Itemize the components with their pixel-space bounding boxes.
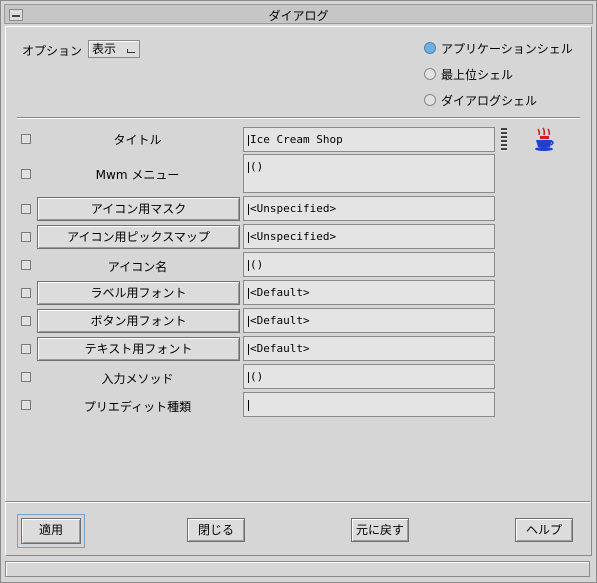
window-title: ダイアログ [268,9,329,23]
resize-grip-icon[interactable] [501,128,507,152]
field-icon-name-value: () [250,258,264,271]
button-font-button[interactable]: ボタン用フォント [37,309,240,333]
checkbox-mwm-menu[interactable] [21,169,31,179]
option-menu-value: 表示 [92,42,117,56]
field-button-font[interactable]: <Default> [243,308,495,333]
checkbox-input-method[interactable] [21,372,31,382]
checkbox-icon-mask[interactable] [21,204,31,214]
radio-application-shell-label: アプリケーションシェル [441,42,573,56]
radio-dialog-shell-label: ダイアログシェル [441,94,538,108]
field-label-font[interactable]: <Default> [243,280,495,305]
label-font-button[interactable]: ラベル用フォント [37,281,240,305]
icon-mask-button[interactable]: アイコン用マスク [37,197,240,221]
field-icon-pixmap[interactable]: <Unspecified> [243,224,495,249]
field-icon-mask[interactable]: <Unspecified> [243,196,495,221]
text-font-button[interactable]: テキスト用フォント [37,337,240,361]
radio-dialog-shell[interactable] [424,94,436,106]
radio-top-level-shell[interactable] [424,68,436,80]
field-icon-mask-value: <Unspecified> [250,202,337,215]
field-text-font[interactable]: <Default> [243,336,495,361]
field-mwm-menu[interactable]: () [243,154,495,193]
reset-button[interactable]: 元に戻す [351,518,409,542]
checkbox-icon-pixmap[interactable] [21,232,31,242]
label-mwm-menu: Mwm メニュー [95,168,180,182]
help-button[interactable]: ヘルプ [515,518,573,542]
separator [17,117,580,119]
field-icon-pixmap-value: <Unspecified> [250,230,337,243]
field-input-method-value: () [250,370,264,383]
field-preedit-type[interactable] [243,392,495,417]
label-title: タイトル [113,133,162,147]
field-mwm-menu-value: () [250,160,264,173]
apply-button[interactable]: 適用 [21,518,81,544]
option-menu[interactable]: 表示 [88,40,140,58]
option-menu-indicator-icon [127,49,135,53]
checkbox-label-font[interactable] [21,288,31,298]
checkbox-button-font[interactable] [21,316,31,326]
checkbox-text-font[interactable] [21,344,31,354]
checkbox-title[interactable] [21,134,31,144]
option-label: オプション [22,44,83,58]
title-bar[interactable]: ダイアログ [4,4,593,24]
close-button[interactable]: 閉じる [187,518,245,542]
radio-top-level-shell-label: 最上位シェル [441,68,514,82]
field-title-value: Ice Cream Shop [250,133,343,146]
field-button-font-value: <Default> [250,314,310,327]
status-bar [5,561,590,577]
field-label-font-value: <Default> [250,286,310,299]
field-text-font-value: <Default> [250,342,310,355]
checkbox-preedit-type[interactable] [21,400,31,410]
field-icon-name[interactable]: () [243,252,495,277]
radio-application-shell[interactable] [424,42,436,54]
checkbox-icon-name[interactable] [21,260,31,270]
button-area-separator [5,501,590,503]
label-input-method: 入力メソッド [101,372,174,386]
icon-pixmap-button[interactable]: アイコン用ピックスマップ [37,225,240,249]
coffee-cup-icon [535,127,554,151]
field-input-method[interactable]: () [243,364,495,389]
label-preedit-type: プリエディット種類 [83,400,192,414]
field-title[interactable]: Ice Cream Shop [243,127,495,152]
label-icon-name: アイコン名 [107,260,168,274]
